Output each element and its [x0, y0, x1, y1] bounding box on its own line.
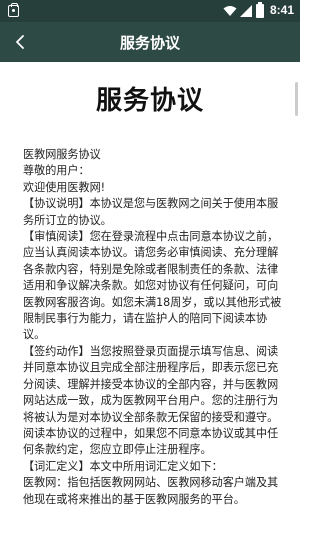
document-scroll-area[interactable]: 服务协议 医教网服务协议 尊敬的用户： 欢迎使用医教网! 【协议说明】本协议是您… [0, 62, 300, 533]
paragraph: 尊敬的用户： [23, 164, 90, 178]
document-heading: 服务协议 [95, 86, 204, 116]
paragraph: 【协议说明】本协议是您与医教网之间关于使用本服务所订立的协议。 [23, 197, 279, 227]
wifi-icon [223, 6, 237, 16]
paragraph: 欢迎使用医教网! [23, 180, 106, 194]
battery-icon [256, 2, 264, 18]
app-notification-icon [8, 3, 19, 17]
app-bar: 服务协议 [0, 22, 300, 62]
paragraph: 医教网：指包括医教网网站、医教网移动客户端及其他现在或将来推出的基于医教网服务的… [23, 476, 279, 506]
status-bar: 8:41 [0, 0, 300, 22]
paragraph: 【审慎阅读】您在登录流程中点击同意本协议之前，应当认真阅读本协议。请您务必审慎阅… [23, 230, 282, 342]
document-body: 医教网服务协议 尊敬的用户： 欢迎使用医教网! 【协议说明】本协议是您与医教网之… [23, 147, 286, 508]
scrollbar[interactable] [295, 82, 298, 116]
paragraph: 【签约动作】当您按照登录页面提示填写信息、阅读并同意本协议且完成全部注册程序后，… [23, 344, 279, 457]
paragraph: 【词汇定义】本文中所用词汇定义如下： [23, 459, 223, 473]
page-title: 服务协议 [119, 34, 180, 52]
status-time: 8:41 [270, 3, 295, 17]
signal-icon [240, 5, 252, 17]
paragraph: 医教网服务协议 [23, 148, 101, 161]
